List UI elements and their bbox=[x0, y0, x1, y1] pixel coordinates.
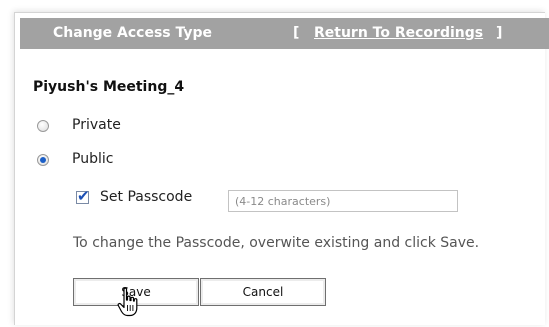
public-radio[interactable] bbox=[37, 154, 49, 166]
passcode-hint: To change the Passcode, overwite existin… bbox=[73, 235, 480, 251]
dialog-header: Change Access Type [ Return To Recording… bbox=[20, 18, 549, 49]
hand-pointer-icon bbox=[117, 287, 138, 317]
private-radio-label[interactable]: Private bbox=[72, 117, 121, 133]
dialog-title: Change Access Type bbox=[53, 25, 213, 41]
set-passcode-checkbox[interactable]: ✔ bbox=[76, 187, 90, 205]
checkmark-icon: ✔ bbox=[77, 187, 90, 205]
bracket-close: ] bbox=[496, 25, 503, 41]
cancel-button[interactable]: Cancel bbox=[200, 278, 326, 306]
bracket-open: [ bbox=[293, 25, 300, 41]
passcode-input[interactable] bbox=[228, 190, 458, 212]
set-passcode-label[interactable]: Set Passcode bbox=[100, 189, 192, 205]
meeting-title: Piyush's Meeting_4 bbox=[33, 79, 185, 95]
private-radio[interactable] bbox=[37, 120, 49, 132]
return-to-recordings-link[interactable]: Return To Recordings bbox=[314, 25, 483, 41]
public-radio-label[interactable]: Public bbox=[72, 151, 113, 167]
